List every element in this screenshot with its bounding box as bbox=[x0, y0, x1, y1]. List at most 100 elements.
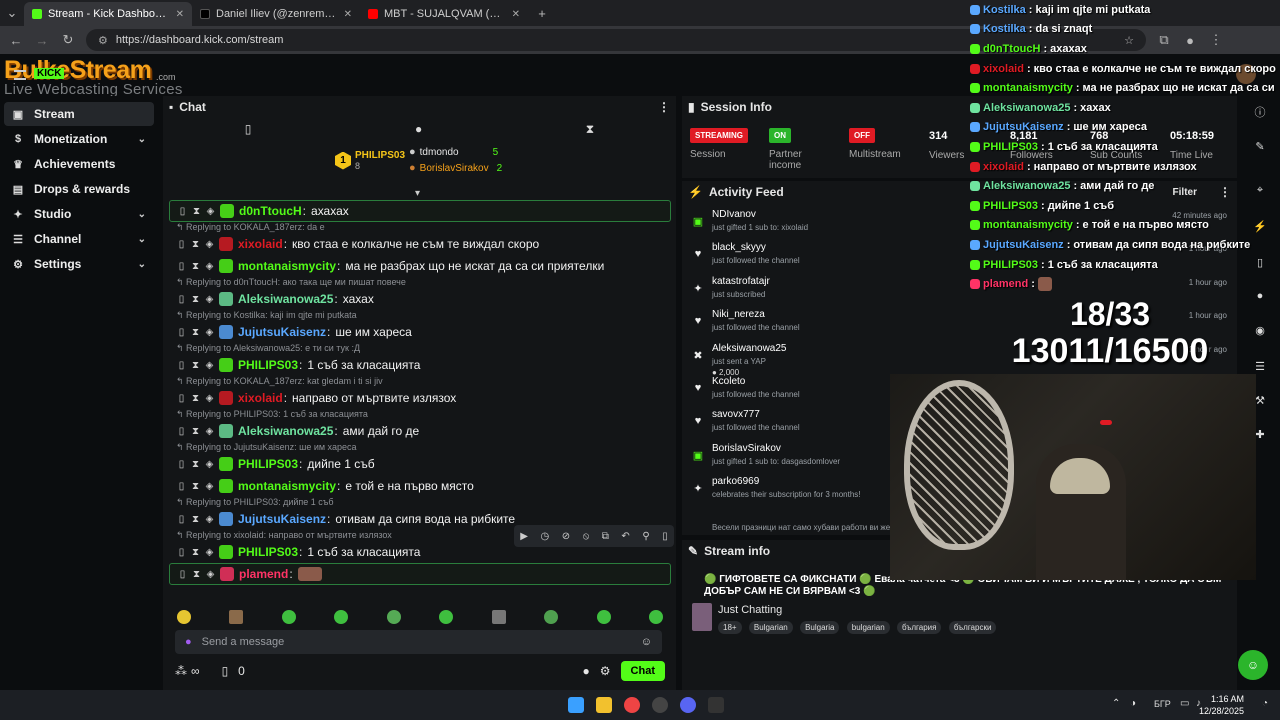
tag[interactable]: 18+ bbox=[718, 621, 742, 634]
hourglass-icon[interactable]: ⧗ bbox=[191, 239, 200, 250]
reload-icon[interactable]: ↻ bbox=[60, 32, 76, 48]
chat-username[interactable]: Aleksiwanowa25 bbox=[238, 292, 333, 306]
timeout-icon[interactable]: ◷ bbox=[541, 531, 550, 542]
emote-icon[interactable] bbox=[177, 610, 191, 624]
chat-username[interactable]: xixolaid bbox=[238, 237, 283, 251]
stat-multistream[interactable]: OFF Multistream bbox=[849, 128, 901, 160]
tab-tiktok[interactable]: Daniel Iliev (@zenremasta) | Tik ✕ bbox=[192, 2, 360, 26]
hourglass-icon[interactable]: ⧗ bbox=[191, 261, 200, 272]
close-tab-icon[interactable]: ✕ bbox=[344, 9, 352, 20]
hourglass-icon[interactable]: ⧗ bbox=[191, 514, 200, 525]
trash-icon[interactable]: ▯ bbox=[177, 360, 186, 371]
bulke-stream-logo[interactable]: BulkeStream KICK Live Webcasting Service… bbox=[4, 54, 182, 98]
tab-youtube[interactable]: MBT - SUJALQVAM (OFFICI... ✕ bbox=[360, 2, 528, 26]
trash-icon[interactable]: ▯ bbox=[177, 393, 186, 404]
emote-icon[interactable] bbox=[544, 610, 559, 624]
sidebar-item-studio[interactable]: ✦ Studio ⌄ bbox=[4, 202, 154, 226]
stream-category[interactable]: Just Chatting bbox=[718, 604, 782, 616]
reply-context[interactable]: ↰ Replying to Aleksiwanowa25: е ти си ту… bbox=[169, 343, 671, 354]
tag[interactable]: bulgarian bbox=[846, 621, 890, 634]
emote-icon[interactable] bbox=[648, 610, 663, 624]
leader-first[interactable]: 1 PHILIPS03 8 bbox=[335, 150, 405, 171]
chat-username[interactable]: PHILIPS03 bbox=[238, 358, 298, 372]
trash-icon[interactable]: ▯ bbox=[178, 206, 187, 217]
emoji-icon[interactable]: ☺ bbox=[641, 636, 652, 648]
hourglass-icon[interactable]: ⧗ bbox=[191, 547, 200, 558]
chat-username[interactable]: d0nTtoucH bbox=[239, 204, 302, 218]
play-icon[interactable]: ▶ bbox=[520, 531, 528, 542]
reply-context[interactable]: ↰ Replying to Kostilka: kaji im qjte mi … bbox=[169, 310, 671, 321]
broadcast-icon[interactable]: ◉ bbox=[1252, 324, 1268, 340]
file-explorer-icon[interactable] bbox=[596, 697, 612, 713]
hourglass-icon[interactable]: ⧗ bbox=[192, 569, 201, 580]
chat-username[interactable]: xixolaid bbox=[238, 391, 283, 405]
trash-icon[interactable]: ▯ bbox=[177, 426, 186, 437]
copy-icon[interactable]: ⧉ bbox=[602, 531, 609, 542]
hourglass-icon[interactable]: ⧗ bbox=[191, 327, 200, 338]
chrome-icon[interactable] bbox=[624, 697, 640, 713]
emote-icon[interactable] bbox=[229, 610, 244, 624]
emote-icon[interactable] bbox=[334, 610, 349, 624]
trash-icon[interactable]: ▯ bbox=[662, 531, 668, 542]
tab-list-icon[interactable]: ⌄ bbox=[4, 5, 20, 21]
chat-username[interactable]: PHILIPS03 bbox=[238, 545, 298, 559]
pin-icon[interactable]: ⚲ bbox=[642, 531, 649, 542]
network-icon[interactable]: ▭ bbox=[1180, 698, 1189, 709]
close-tab-icon[interactable]: ✕ bbox=[512, 9, 520, 20]
close-tab-icon[interactable]: ✕ bbox=[176, 9, 184, 20]
reply-icon[interactable]: ↶ bbox=[621, 531, 629, 542]
microphone-icon[interactable]: ● bbox=[185, 636, 192, 648]
back-icon[interactable]: ← bbox=[8, 33, 24, 48]
trash-icon[interactable]: ▯ bbox=[177, 547, 186, 558]
floating-chat-button[interactable]: ☺ bbox=[1238, 650, 1268, 680]
sidebar-item-drops[interactable]: ▤ Drops & rewards bbox=[4, 177, 154, 201]
stat-partner-income[interactable]: ON Partner income bbox=[769, 128, 819, 171]
chat-bubble-icon[interactable]: ● bbox=[415, 122, 422, 136]
emote-icon[interactable] bbox=[439, 610, 454, 624]
chat-username[interactable]: JujutsuKaisenz bbox=[238, 512, 326, 526]
leader-second[interactable]: ● tdmondo 5 bbox=[409, 146, 498, 158]
reply-context[interactable]: ↰ Replying to KOKALA_187erz: da e bbox=[169, 222, 671, 233]
language-indicator[interactable]: БГР bbox=[1154, 699, 1171, 709]
hourglass-icon[interactable]: ⧗ bbox=[192, 206, 201, 217]
hourglass-icon[interactable]: ⧗ bbox=[191, 360, 200, 371]
emote-icon[interactable] bbox=[281, 610, 296, 624]
chat-username[interactable]: JujutsuKaisenz bbox=[238, 325, 326, 339]
terminal-icon[interactable] bbox=[708, 697, 724, 713]
chat-username[interactable]: PHILIPS03 bbox=[238, 457, 298, 471]
sidebar-item-achievements[interactable]: ♛ Achievements bbox=[4, 152, 154, 176]
obs-icon[interactable] bbox=[652, 697, 668, 713]
hourglass-icon[interactable]: ⧗ bbox=[586, 122, 594, 137]
site-info-icon[interactable]: ⚙ bbox=[98, 34, 108, 47]
trash-icon[interactable]: ▯ bbox=[177, 481, 186, 492]
category-thumbnail[interactable] bbox=[692, 603, 712, 631]
hourglass-icon[interactable]: ⧗ bbox=[191, 294, 200, 305]
reply-context[interactable]: ↰ Replying to PHILIPS03: дийпе 1 съб bbox=[169, 497, 671, 508]
chat-username[interactable]: montanaismycity bbox=[238, 479, 336, 493]
notification-bell-icon[interactable]: ◔ bbox=[1262, 698, 1268, 709]
chat-username[interactable]: plamend bbox=[239, 567, 288, 581]
tray-chevron-icon[interactable]: ⌃ bbox=[1112, 698, 1120, 709]
discord-icon[interactable] bbox=[680, 697, 696, 713]
emote-icon[interactable] bbox=[491, 610, 506, 624]
trash-icon[interactable]: ▯ bbox=[177, 514, 186, 525]
reply-context[interactable]: ↰ Replying to PHILIPS03: 1 съб за класац… bbox=[169, 409, 671, 420]
gear-icon[interactable]: ⚙ bbox=[600, 664, 611, 678]
chat-menu-icon[interactable]: ⋮ bbox=[658, 100, 670, 114]
trash-icon[interactable]: ▯ bbox=[245, 122, 252, 136]
tab-kick-dashboard[interactable]: Stream - Kick Dashboard ✕ bbox=[24, 2, 192, 26]
sidebar-item-stream[interactable]: ▣ Stream bbox=[4, 102, 154, 126]
reply-context[interactable]: ↰ Replying to JujutsuKaisenz: ше им харе… bbox=[169, 442, 671, 453]
hourglass-icon[interactable]: ⧗ bbox=[191, 459, 200, 470]
tag[interactable]: Bulgaria bbox=[800, 621, 840, 634]
tag[interactable]: български bbox=[948, 621, 997, 634]
sidebar-item-monetization[interactable]: $ Monetization ⌄ bbox=[4, 127, 154, 151]
tag[interactable]: българия bbox=[897, 621, 942, 634]
trash-icon[interactable]: ▯ bbox=[177, 459, 186, 470]
sidebar-item-channel[interactable]: ☰ Channel ⌄ bbox=[4, 227, 154, 251]
tray-icon[interactable]: ◑ bbox=[1130, 698, 1136, 709]
trash-icon[interactable]: ▯ bbox=[177, 239, 186, 250]
chat-bubble-icon[interactable]: ● bbox=[583, 664, 590, 678]
chat-username[interactable]: Aleksiwanowa25 bbox=[238, 424, 333, 438]
hamburger-icon[interactable] bbox=[14, 70, 26, 80]
